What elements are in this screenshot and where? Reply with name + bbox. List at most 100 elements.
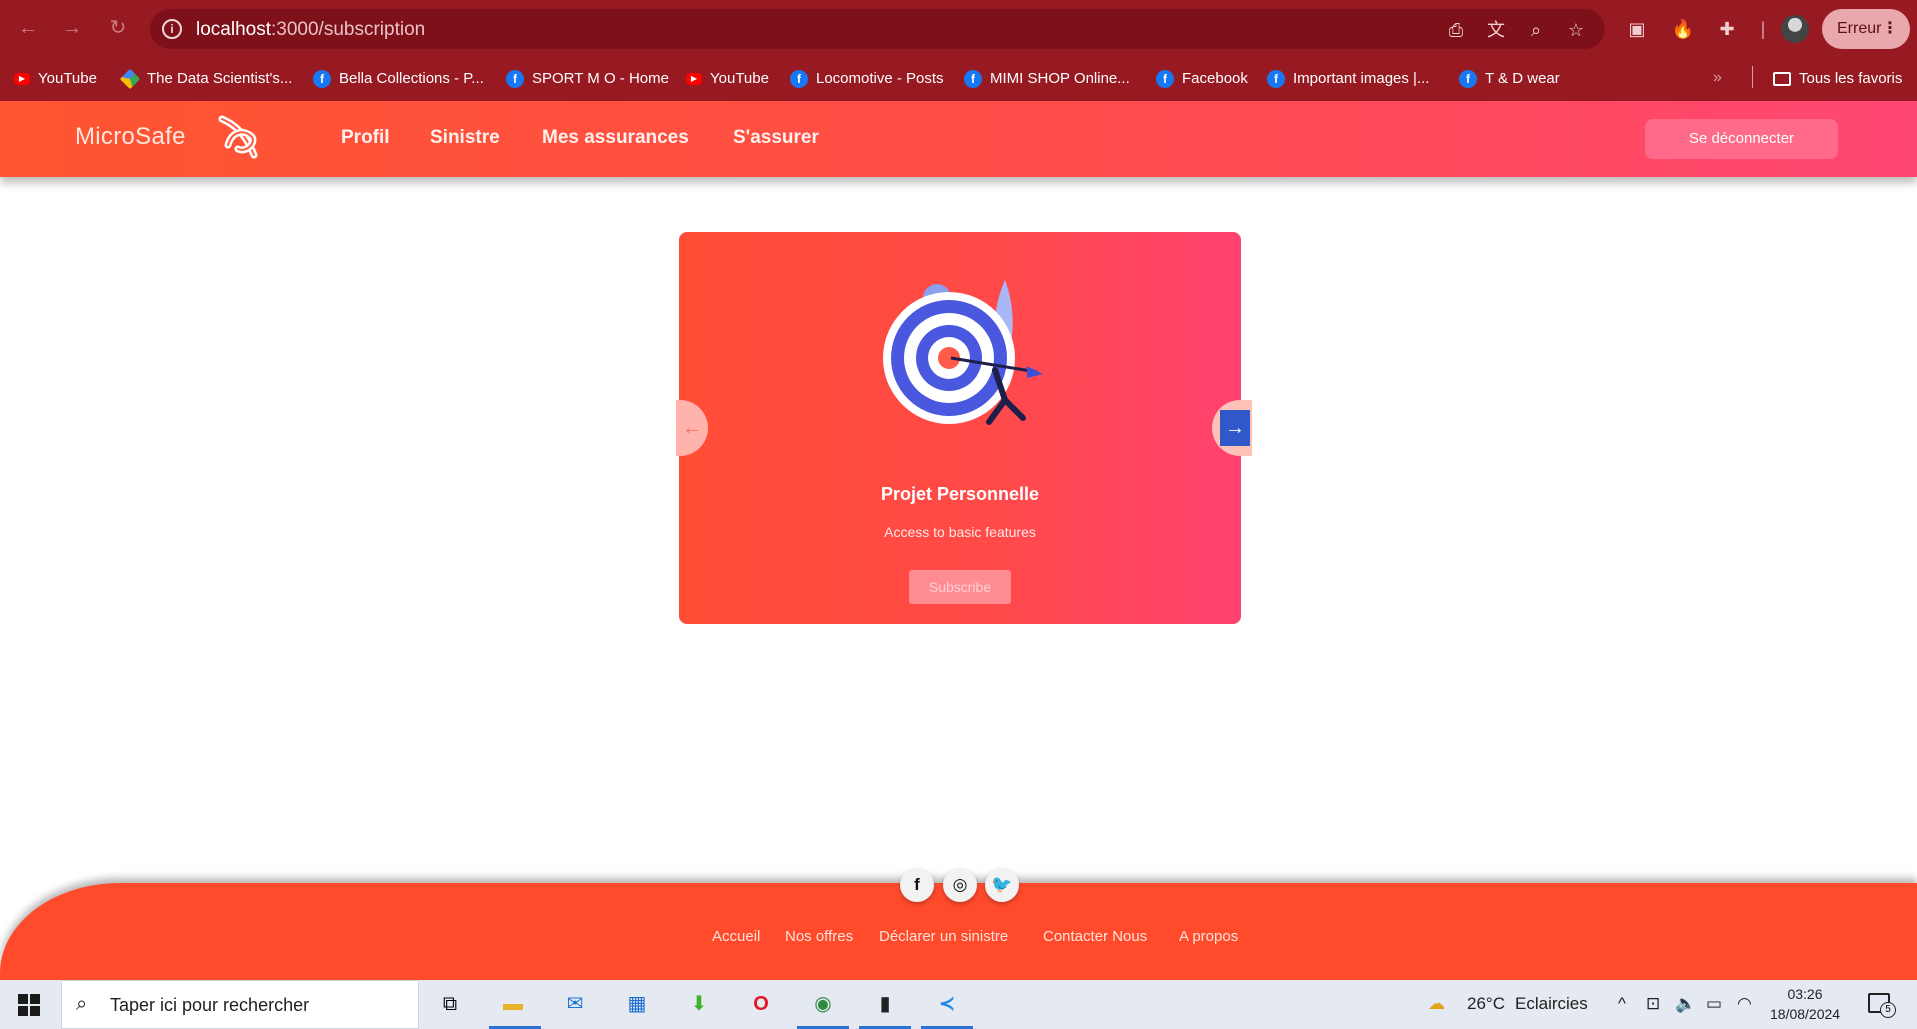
weather-desc[interactable]: Eclaircies — [1515, 994, 1588, 1014]
bookmark-bella-collections[interactable]: f Bella Collections - P... — [313, 68, 484, 90]
bookmark-label: YouTube — [38, 70, 97, 87]
facebook-icon: f — [1459, 70, 1477, 89]
fire-extension-icon[interactable]: 🔥 — [1670, 16, 1696, 42]
facebook-icon: f — [313, 70, 331, 89]
bookmark-label: The Data Scientist's... — [147, 70, 293, 87]
chrome-icon[interactable]: ◉ — [805, 988, 841, 1021]
brand-name[interactable]: MicroSafe — [75, 123, 186, 151]
bookmark-td-wear[interactable]: f T & D wear — [1459, 68, 1560, 90]
twitter-icon[interactable]: 🐦 — [985, 868, 1019, 902]
arrow-right-icon: → — [1220, 410, 1250, 446]
knot-logo-icon[interactable] — [216, 115, 262, 163]
clock-time: 03:26 — [1787, 986, 1823, 1002]
logout-button[interactable]: Se déconnecter — [1645, 119, 1838, 159]
target-illustration — [883, 280, 1043, 425]
url-host: localhost — [196, 19, 271, 40]
bookmark-label: YouTube — [710, 70, 769, 87]
pocket-extension-icon[interactable]: ▣ — [1624, 16, 1650, 42]
address-bar[interactable]: i localhost:3000/subscription ⎙ 文 ⌕ ☆ — [150, 9, 1605, 49]
bookmark-important-images[interactable]: f Important images |... — [1267, 68, 1429, 90]
bookmark-label: Locomotive - Posts — [816, 70, 944, 87]
bookmark-label: T & D wear — [1485, 70, 1560, 87]
profile-error-button[interactable]: Erreur ⋮ — [1822, 9, 1910, 49]
bookmark-locomotive[interactable]: f Locomotive - Posts — [790, 68, 944, 90]
google-drive-icon — [119, 68, 141, 90]
instagram-icon[interactable]: ◎ — [943, 868, 977, 902]
bookmark-label: Facebook — [1182, 70, 1248, 87]
extensions-puzzle-icon[interactable]: ✚ — [1714, 16, 1740, 42]
subscribe-button[interactable]: Subscribe — [909, 570, 1011, 604]
footer-link-a-propos[interactable]: A propos — [1179, 928, 1238, 945]
weather-temp[interactable]: 26°C — [1467, 994, 1505, 1014]
all-bookmarks-folder[interactable]: Tous les favoris — [1773, 68, 1902, 90]
bookmarks-bar: ▶ YouTube The Data Scientist's... f Bella … — [0, 58, 1917, 101]
nav-sinistre[interactable]: Sinistre — [430, 127, 500, 149]
forward-arrow-icon[interactable]: → — [58, 14, 86, 42]
security-icon[interactable]: ⊡ — [1646, 994, 1660, 1014]
task-view-icon[interactable]: ⧉ — [432, 988, 468, 1021]
url-path: :3000/subscription — [271, 19, 426, 40]
subscription-card: Projet Personnelle Access to basic featu… — [679, 232, 1241, 624]
store-icon[interactable]: ▦ — [619, 988, 655, 1021]
weather-icon[interactable]: ☁ — [1428, 994, 1445, 1014]
wifi-icon[interactable]: ◠ — [1737, 994, 1752, 1014]
notification-count: 5 — [1880, 1002, 1896, 1018]
bookmark-youtube-1[interactable]: ▶ YouTube — [14, 68, 97, 90]
profile-error-label: Erreur — [1837, 20, 1882, 37]
install-app-icon[interactable]: ⎙ — [1445, 19, 1467, 41]
taskbar-search[interactable]: ⌕ Taper ici pour rechercher — [61, 980, 419, 1029]
profile-avatar[interactable] — [1781, 15, 1809, 43]
facebook-icon[interactable]: f — [900, 868, 934, 902]
search-icon: ⌕ — [76, 993, 88, 1015]
bookmark-label: MIMI SHOP Online... — [990, 70, 1130, 87]
bookmark-star-icon[interactable]: ☆ — [1565, 19, 1587, 41]
footer-link-nos-offres[interactable]: Nos offres — [785, 928, 853, 945]
windows-start-icon[interactable] — [18, 994, 40, 1016]
vscode-icon[interactable]: ≺ — [929, 988, 965, 1021]
chevron-up-icon[interactable]: ^ — [1618, 994, 1626, 1014]
download-manager-icon[interactable]: ⬇ — [681, 988, 717, 1021]
opera-icon[interactable]: O — [743, 988, 779, 1021]
footer-link-declarer-sinistre[interactable]: Déclarer un sinistre — [879, 928, 1008, 945]
toolbar-divider: | — [1760, 19, 1766, 39]
all-bookmarks-label: Tous les favoris — [1799, 70, 1903, 87]
windows-taskbar: ⌕ Taper ici pour rechercher ⧉ ▬ ✉ ▦ ⬇ O … — [0, 980, 1917, 1029]
volume-icon[interactable]: 🔈 — [1675, 994, 1696, 1014]
bookmark-mimi-shop[interactable]: f MIMI SHOP Online... — [964, 68, 1130, 90]
bookmark-label: SPORT M O - Home — [532, 70, 669, 87]
nav-mes-assurances[interactable]: Mes assurances — [542, 127, 689, 149]
url-text[interactable]: localhost:3000/subscription — [196, 19, 425, 41]
site-info-icon[interactable]: i — [162, 19, 182, 39]
bookmark-facebook[interactable]: f Facebook — [1156, 68, 1248, 90]
app-navbar: MicroSafe Profil Sinistre Mes assurances… — [0, 101, 1917, 177]
terminal-icon[interactable]: ▮ — [867, 988, 903, 1021]
bookmark-sport-mo[interactable]: f SPORT M O - Home — [506, 68, 669, 90]
facebook-icon: f — [1156, 70, 1174, 89]
bookmark-label: Bella Collections - P... — [339, 70, 484, 87]
battery-icon[interactable]: ▭ — [1706, 994, 1722, 1014]
arrow-left-icon: ← — [682, 417, 702, 439]
zoom-icon[interactable]: ⌕ — [1525, 19, 1547, 41]
bookmarks-divider — [1752, 66, 1753, 88]
facebook-icon: f — [790, 70, 808, 89]
mail-icon[interactable]: ✉ — [557, 988, 593, 1021]
facebook-icon: f — [506, 70, 524, 89]
facebook-icon: f — [964, 70, 982, 89]
bookmark-data-scientist[interactable]: The Data Scientist's... — [119, 68, 293, 90]
bookmark-youtube-2[interactable]: ▶ YouTube — [686, 68, 769, 90]
reload-icon[interactable]: ↻ — [104, 14, 132, 42]
translate-icon[interactable]: 文 — [1485, 19, 1507, 41]
taskbar-clock[interactable]: 03:26 18/08/2024 — [1770, 984, 1840, 1024]
back-arrow-icon[interactable]: ← — [14, 14, 42, 42]
search-placeholder: Taper ici pour rechercher — [110, 995, 310, 1015]
nav-sassurer[interactable]: S'assurer — [733, 127, 819, 149]
footer-link-accueil[interactable]: Accueil — [712, 928, 760, 945]
bookmarks-overflow-icon[interactable]: » — [1713, 69, 1722, 87]
browser-toolbar: ← → ↻ i localhost:3000/subscription ⎙ 文 … — [0, 0, 1917, 58]
menu-kebab-icon: ⋮ — [1882, 20, 1898, 37]
nav-profil[interactable]: Profil — [341, 127, 390, 149]
youtube-icon: ▶ — [14, 73, 30, 86]
footer-link-contacter-nous[interactable]: Contacter Nous — [1043, 928, 1147, 945]
file-explorer-icon[interactable]: ▬ — [495, 988, 531, 1021]
bookmark-label: Important images |... — [1293, 70, 1430, 87]
